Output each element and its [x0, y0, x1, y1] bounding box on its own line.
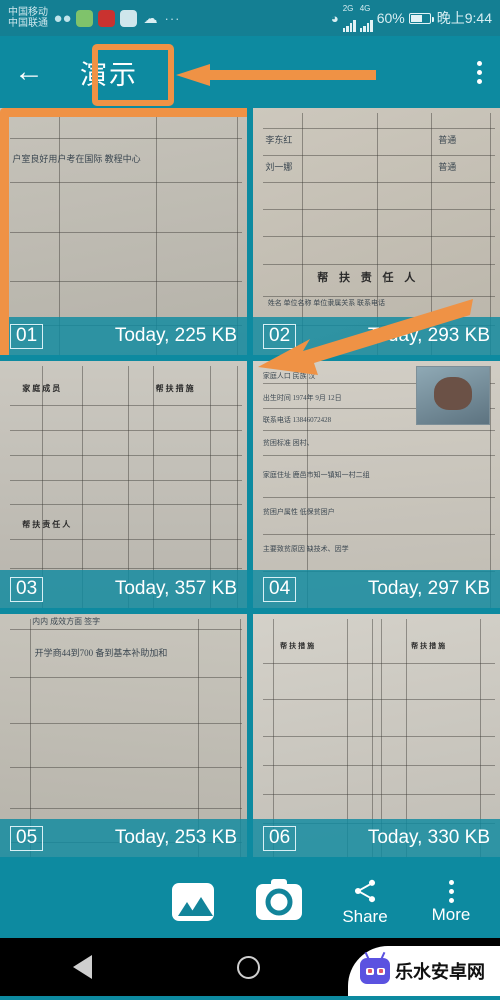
thumbnail-caption: 03 Today, 357 KB — [0, 570, 247, 608]
link-icon — [120, 9, 137, 27]
grid-row: 内内 成效方面 签字 开学商44到700 备到基本补助加和 05 Today, … — [0, 614, 500, 857]
more-dots-icon: ··· — [164, 10, 181, 26]
wechat-icon: ●● — [53, 9, 72, 27]
thumb-heading: 家庭成员 — [22, 384, 63, 394]
battery-icon — [408, 12, 434, 24]
thumbnail-grid: 户室良好用户考在国际 教程中心 01 Today, 225 KB 李东红 刘一娜… — [0, 108, 500, 866]
more-label: More — [431, 905, 471, 924]
status-bar-system-icons: ◕ 2G 4G 60% 晚上9:44 — [331, 4, 492, 32]
grid-item-01[interactable]: 户室良好用户考在国际 教程中心 01 Today, 225 KB — [0, 108, 247, 355]
page-title: 演示 — [80, 59, 138, 90]
thumbnail-number: 04 — [263, 576, 297, 602]
back-arrow-icon[interactable]: ← — [14, 57, 54, 87]
thumb-row: 贫困户属性 低保贫困户 — [262, 507, 335, 516]
share-label: Share — [342, 907, 388, 926]
status-bar-notification-icons: ●● ☁ ··· — [53, 9, 181, 27]
thumbnail-number: 06 — [263, 825, 297, 851]
thumbnail-meta: Today, 330 KB — [367, 827, 490, 848]
thumb-row: 家庭住址 鹿邑市知一镇知一村二组 — [262, 470, 370, 479]
thumbnail-caption: 01 Today, 225 KB — [0, 317, 247, 355]
thumb-row: 出生时间 1974年 9月 12日 — [262, 394, 342, 403]
site-watermark: 乐水安卓网 — [348, 946, 500, 996]
thumb-heading: 帮 扶 责 任 人 — [317, 271, 420, 284]
thumb-handwriting: 普通 — [438, 161, 457, 172]
bottom-toolbar: Share More — [0, 866, 500, 938]
thumb-handwriting: 普通 — [438, 134, 457, 145]
thumb-handwriting: 刘一娜 — [265, 161, 293, 172]
robot-mascot-icon — [360, 958, 390, 984]
grid-item-05[interactable]: 内内 成效方面 签字 开学商44到700 备到基本补助加和 05 Today, … — [0, 614, 247, 857]
alipay-icon — [98, 9, 115, 27]
thumbnail-number: 03 — [10, 576, 44, 602]
gallery-button[interactable] — [150, 883, 236, 921]
watermark-text: 乐水安卓网 — [395, 962, 485, 982]
status-bar: 中国移动 中国联通 ●● ☁ ··· ◕ 2G 4G 60% 晚上9:44 — [0, 0, 500, 36]
thumbnail-caption: 05 Today, 253 KB — [0, 819, 247, 857]
contacts-icon — [76, 9, 93, 27]
status-bar-clock: 晚上9:44 — [436, 10, 492, 26]
more-button[interactable]: More — [408, 879, 494, 925]
more-vertical-icon — [448, 879, 454, 903]
thumb-heading: 帮扶措施 — [280, 641, 317, 650]
signal-2g: 2G — [342, 4, 356, 32]
grid-item-06[interactable]: 帮扶措施 帮扶措施 06 Today, 330 KB — [253, 614, 500, 857]
battery-percent: 60% — [376, 10, 405, 26]
wifi-icon: ◕ — [330, 10, 339, 26]
thumbnail-number: 05 — [10, 825, 44, 851]
carrier-line-2: 中国联通 — [8, 18, 48, 29]
thumb-handwriting: 开学商44到700 备到基本补助加和 — [34, 647, 168, 658]
thumbnail-meta: Today, 357 KB — [114, 578, 237, 599]
share-button[interactable]: Share — [322, 877, 408, 927]
thumbnail-meta: Today, 225 KB — [114, 325, 237, 346]
gallery-icon — [172, 883, 214, 921]
thumb-handwriting: 户室良好用户考在国际 教程中心 — [12, 154, 141, 165]
thumbnail-meta: Today, 253 KB — [114, 827, 237, 848]
camera-button[interactable] — [236, 879, 322, 920]
thumbnail-number: 01 — [10, 323, 44, 349]
thumbnail-caption: 04 Today, 297 KB — [253, 570, 500, 608]
nav-home-icon[interactable] — [237, 955, 261, 979]
thumb-row: 主要致贫原因 缺技术、因学 — [262, 544, 349, 553]
annotation-arrow-to-item-02 — [258, 299, 473, 375]
carrier-line-1: 中国移动 — [8, 7, 48, 18]
thumb-columns: 内内 成效方面 签字 — [32, 617, 101, 627]
android-navigation-bar: 乐水安卓网 — [0, 938, 500, 996]
share-icon — [354, 879, 376, 903]
carrier-names: 中国移动 中国联通 — [8, 7, 48, 29]
nav-back-icon[interactable] — [72, 955, 92, 979]
annotation-arrow-to-title — [176, 64, 376, 86]
thumb-heading: 帮扶措施 — [411, 641, 448, 650]
thumb-heading: 帮扶措施 — [155, 384, 196, 394]
thumb-heading: 帮扶责任人 — [22, 520, 73, 530]
grid-row: 家庭成员 帮扶措施 帮扶责任人 03 Today, 357 KB 家庭人口 民族… — [0, 361, 500, 608]
thumb-row: 贫困标准 困村、 — [262, 438, 314, 447]
signal-4g: 4G — [359, 4, 373, 32]
grid-item-04[interactable]: 家庭人口 民族 汉 出生时间 1974年 9月 12日 联系电话 1384607… — [253, 361, 500, 608]
thumbnail-caption: 06 Today, 330 KB — [253, 819, 500, 857]
grid-item-03[interactable]: 家庭成员 帮扶措施 帮扶责任人 03 Today, 357 KB — [0, 361, 247, 608]
camera-icon — [256, 879, 302, 920]
weather-icon: ☁ — [143, 9, 158, 26]
thumb-row: 联系电话 13846072428 — [262, 416, 332, 425]
thumb-handwriting: 李东红 — [265, 134, 293, 145]
overflow-menu-icon[interactable] — [473, 57, 486, 88]
thumbnail-meta: Today, 297 KB — [367, 578, 490, 599]
app-bar: ← 演示 — [0, 36, 500, 108]
